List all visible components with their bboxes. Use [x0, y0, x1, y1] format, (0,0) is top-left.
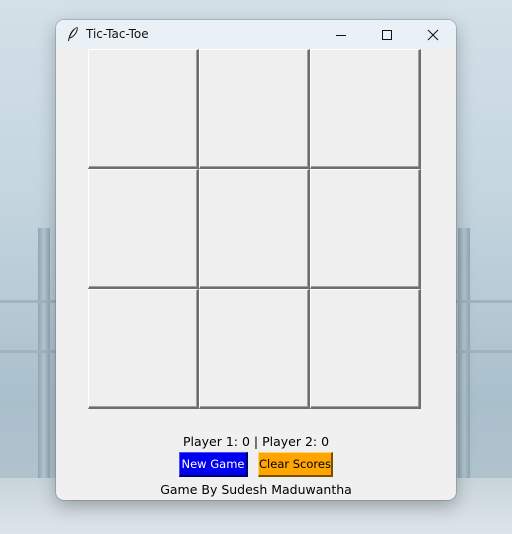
- close-icon: [427, 29, 439, 40]
- feather-icon: [68, 26, 78, 41]
- game-board: [88, 49, 424, 410]
- maximize-button[interactable]: [364, 20, 410, 49]
- clear-scores-button[interactable]: Clear Scores: [258, 452, 333, 477]
- minimize-icon: [336, 34, 346, 36]
- board-cell[interactable]: [199, 169, 310, 289]
- minimize-button[interactable]: [318, 20, 364, 49]
- board-cell[interactable]: [310, 289, 421, 409]
- board-cell[interactable]: [310, 169, 421, 289]
- board-cell[interactable]: [88, 169, 199, 289]
- board-cell[interactable]: [88, 289, 199, 409]
- board-cell[interactable]: [310, 49, 421, 169]
- score-label: Player 1: 0 | Player 2: 0: [182, 434, 330, 449]
- credit-label: Game By Sudesh Maduwantha: [160, 482, 352, 497]
- window-title: Tic-Tac-Toe: [86, 27, 149, 41]
- board-cell[interactable]: [88, 49, 199, 169]
- maximize-icon: [382, 29, 392, 40]
- new-game-button[interactable]: New Game: [179, 452, 248, 477]
- title-bar[interactable]: Tic-Tac-Toe: [56, 20, 456, 49]
- close-button[interactable]: [410, 20, 456, 49]
- board-cell[interactable]: [199, 289, 310, 409]
- app-window: Tic-Tac-Toe Player 1: 0 | Player 2: 0 Ne…: [56, 20, 456, 500]
- board-cell[interactable]: [199, 49, 310, 169]
